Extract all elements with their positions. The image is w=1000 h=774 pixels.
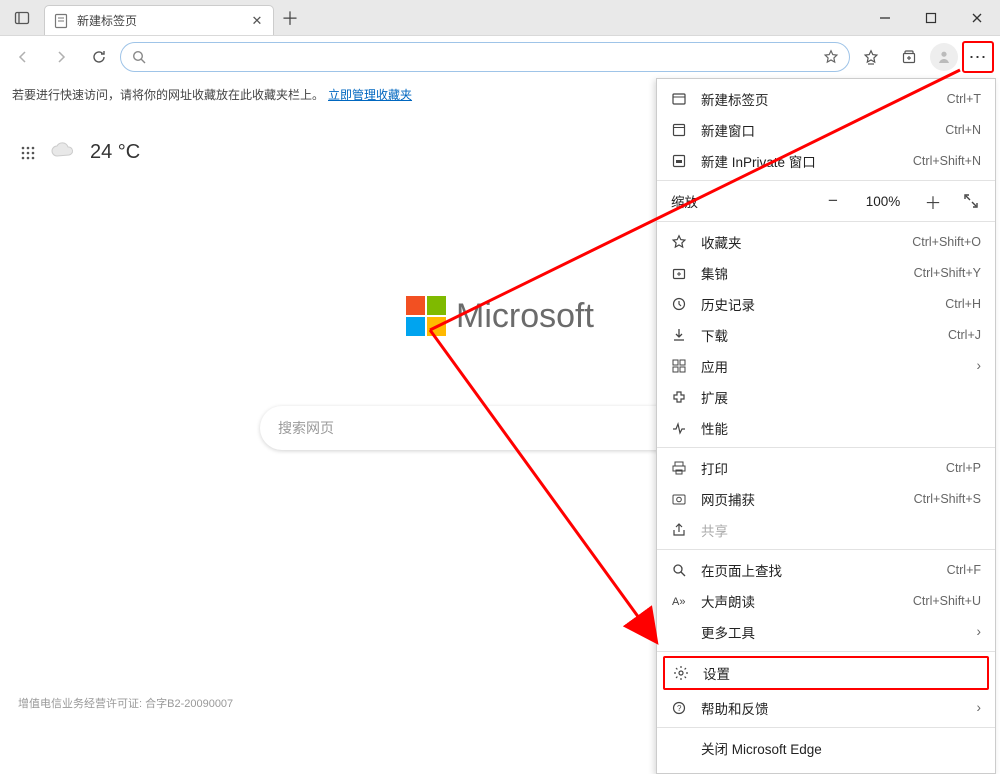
new-tab-button[interactable]: ＋ — [274, 0, 306, 35]
download-icon — [671, 327, 689, 343]
menu-history[interactable]: 历史记录 Ctrl+H — [657, 288, 995, 319]
window-controls — [862, 0, 1000, 35]
zoom-label: 缩放 — [671, 191, 809, 211]
chevron-right-icon: › — [977, 624, 982, 639]
search-icon — [131, 49, 147, 65]
svg-text:?: ? — [677, 704, 682, 713]
menu-find[interactable]: 在页面上查找 Ctrl+F — [657, 554, 995, 585]
menu-help[interactable]: ? 帮助和反馈 › — [657, 692, 995, 723]
read-aloud-icon: A» — [671, 593, 689, 609]
forward-button[interactable] — [44, 40, 78, 74]
menu-new-tab[interactable]: 新建标签页 Ctrl+T — [657, 83, 995, 114]
license-footer: 增值电信业务经营许可证: 合字B2-20090007 — [18, 695, 233, 711]
back-button[interactable] — [6, 40, 40, 74]
menu-collections[interactable]: 集锦 Ctrl+Shift+Y — [657, 257, 995, 288]
zoom-value: 100% — [857, 194, 909, 209]
history-icon — [671, 296, 689, 312]
menu-favorites[interactable]: 收藏夹 Ctrl+Shift+O — [657, 226, 995, 257]
menu-more-tools[interactable]: 更多工具 › — [657, 616, 995, 647]
chevron-right-icon: › — [977, 358, 982, 373]
address-bar[interactable] — [120, 42, 850, 72]
menu-close-edge[interactable]: 关闭 Microsoft Edge — [657, 732, 995, 763]
menu-settings[interactable]: 设置 — [665, 658, 987, 688]
print-icon — [671, 460, 689, 476]
svg-text:A»: A» — [672, 596, 685, 608]
minimize-button[interactable] — [862, 0, 908, 35]
apps-grid-icon[interactable] — [20, 145, 36, 161]
menu-zoom-row: 缩放 − 100% ＋ — [657, 185, 995, 217]
tab-actions-icon — [14, 10, 30, 26]
temperature-value: 24 °C — [90, 141, 140, 164]
menu-share: 共享 — [657, 514, 995, 545]
menu-downloads[interactable]: 下载 Ctrl+J — [657, 319, 995, 350]
more-menu-button[interactable]: ⋯ — [962, 41, 994, 73]
microsoft-wordmark: Microsoft — [456, 297, 594, 336]
cloud-icon — [50, 141, 76, 164]
collections-button[interactable] — [892, 40, 926, 74]
new-window-icon — [671, 122, 689, 138]
menu-extensions[interactable]: 扩展 — [657, 381, 995, 412]
close-tab-button[interactable]: ✕ — [249, 13, 265, 29]
star-icon — [671, 234, 689, 250]
menu-settings-highlight: 设置 — [663, 656, 989, 690]
page-icon — [53, 13, 69, 29]
menu-print[interactable]: 打印 Ctrl+P — [657, 452, 995, 483]
fullscreen-button[interactable] — [957, 188, 985, 214]
menu-new-window[interactable]: 新建窗口 Ctrl+N — [657, 114, 995, 145]
favorite-star-button[interactable] — [823, 49, 839, 65]
capture-icon — [671, 491, 689, 507]
browser-tab[interactable]: 新建标签页 ✕ — [44, 5, 274, 35]
weather-widget[interactable]: 24 °C — [20, 141, 140, 164]
hint-text: 若要进行快速访问，请将你的网址收藏放在此收藏夹栏上。 — [12, 86, 324, 103]
menu-web-capture[interactable]: 网页捕获 Ctrl+Shift+S — [657, 483, 995, 514]
menu-apps[interactable]: 应用 › — [657, 350, 995, 381]
tab-title: 新建标签页 — [77, 12, 241, 29]
tab-actions-button[interactable] — [0, 0, 44, 35]
zoom-out-button[interactable]: − — [819, 188, 847, 214]
find-icon — [671, 562, 689, 578]
extensions-icon — [671, 389, 689, 405]
profile-button[interactable] — [930, 43, 958, 71]
zoom-in-button[interactable]: ＋ — [919, 188, 947, 214]
new-tab-icon — [671, 91, 689, 107]
collections-icon — [671, 265, 689, 281]
performance-icon — [671, 420, 689, 436]
maximize-button[interactable] — [908, 0, 954, 35]
microsoft-logo-icon — [406, 296, 446, 336]
favorites-button[interactable] — [854, 40, 888, 74]
chevron-right-icon: › — [977, 700, 982, 715]
inprivate-icon — [671, 153, 689, 169]
menu-new-inprivate[interactable]: 新建 InPrivate 窗口 Ctrl+Shift+N — [657, 145, 995, 176]
share-icon — [671, 522, 689, 538]
app-menu: 新建标签页 Ctrl+T 新建窗口 Ctrl+N 新建 InPrivate 窗口… — [656, 78, 996, 774]
help-icon: ? — [671, 700, 689, 716]
close-window-button[interactable] — [954, 0, 1000, 35]
titlebar: 新建标签页 ✕ ＋ — [0, 0, 1000, 36]
gear-icon — [673, 665, 691, 681]
avatar-icon — [936, 49, 952, 65]
manage-favorites-link[interactable]: 立即管理收藏夹 — [328, 86, 412, 103]
apps-icon — [671, 358, 689, 374]
refresh-button[interactable] — [82, 40, 116, 74]
menu-performance[interactable]: 性能 — [657, 412, 995, 443]
menu-read-aloud[interactable]: A» 大声朗读 Ctrl+Shift+U — [657, 585, 995, 616]
toolbar: ⋯ — [0, 36, 1000, 78]
